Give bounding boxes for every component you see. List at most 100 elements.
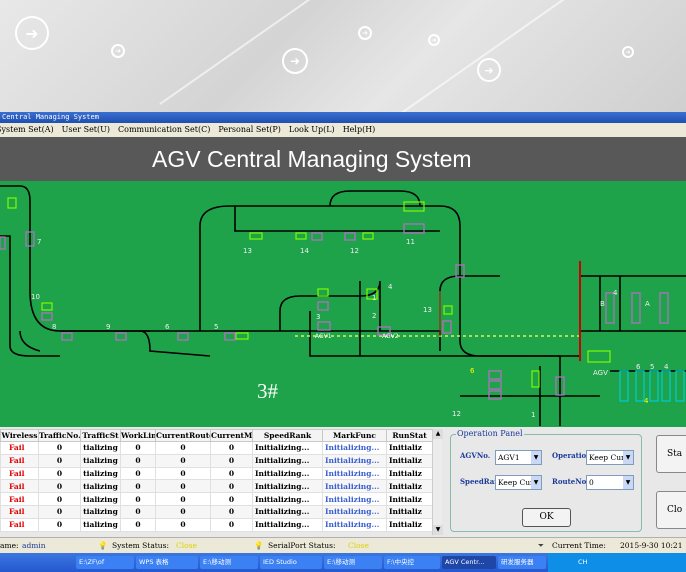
status-bar: ame: admin 💡 System Status: Close 💡 Seri… bbox=[0, 537, 686, 553]
app-header: AGV Central Managing System bbox=[0, 137, 686, 181]
table-cell: Initializ bbox=[386, 441, 433, 455]
ok-button[interactable]: OK bbox=[522, 508, 571, 527]
column-header[interactable]: CurrentRoute bbox=[155, 429, 211, 442]
table-cell: Fail bbox=[0, 441, 39, 455]
table-cell: tializing bbox=[80, 492, 121, 506]
window-title-bar[interactable]: Central Managing System bbox=[0, 112, 686, 123]
taskbar-item[interactable]: E:\移动测 bbox=[324, 556, 382, 569]
table-cell: 0 bbox=[38, 466, 81, 481]
column-header[interactable]: TrafficNo. bbox=[38, 429, 81, 442]
table-cell: tializing bbox=[80, 453, 121, 468]
table-scrollbar[interactable]: ▲ ▼ bbox=[432, 429, 443, 535]
bulb-icon: 💡 bbox=[98, 541, 108, 550]
node-label: 1 bbox=[531, 411, 535, 419]
table-cell: Initializing... bbox=[322, 492, 387, 506]
table-cell: Fail bbox=[0, 492, 39, 506]
table-cell: 0 bbox=[210, 504, 253, 519]
table-cell: Initializing... bbox=[322, 479, 387, 494]
operation-select[interactable]: Keep Cur ▼ bbox=[586, 450, 634, 465]
menu-personal-set[interactable]: Personal Set(P) bbox=[218, 123, 281, 137]
node-label: B bbox=[600, 300, 605, 308]
menu-user-set[interactable]: User Set(U) bbox=[62, 123, 110, 137]
node-label: 8 bbox=[52, 323, 56, 331]
route-no-select[interactable]: 0 ▼ bbox=[586, 475, 634, 490]
agv-track-map[interactable]: 13 14 12 11 7 10 8 9 6 5 3 2 1 4 13 6 12… bbox=[0, 181, 686, 427]
start-button[interactable]: Sta bbox=[656, 435, 686, 473]
table-cell: Initializing... bbox=[322, 441, 387, 455]
operation-value: Keep Cur bbox=[589, 453, 625, 462]
table-cell: 0 bbox=[155, 479, 211, 494]
table-cell: Initializ bbox=[386, 504, 433, 519]
column-header[interactable]: SpeedRank bbox=[252, 429, 323, 442]
chevron-down-icon[interactable]: ▼ bbox=[623, 476, 633, 489]
taskbar-item[interactable]: E:\移动测 bbox=[200, 556, 258, 569]
column-header[interactable]: TrafficSt bbox=[80, 429, 121, 442]
chevron-down-icon[interactable]: ▼ bbox=[623, 451, 633, 464]
taskbar-item[interactable]: 研发服务器 bbox=[498, 556, 546, 569]
speed-rank-select[interactable]: Keep Cur ▼ bbox=[495, 475, 542, 490]
serial-port-value: Close bbox=[348, 541, 369, 550]
column-header[interactable]: RunStat bbox=[386, 429, 433, 442]
table-row[interactable]: Fail 0 tializing 0 0 0 Initializing... Initiali… bbox=[0, 466, 433, 481]
taskbar-item[interactable]: F:\中央控 bbox=[384, 556, 440, 569]
taskbar-item-active[interactable]: AGV Centr... bbox=[442, 556, 496, 569]
column-header[interactable]: Wireless bbox=[0, 429, 39, 442]
menu-bar: System Set(A) User Set(U) Communication … bbox=[0, 123, 686, 137]
arrow-circle-icon: ➜ bbox=[428, 34, 440, 46]
table-row[interactable]: Fail 0 tializing 0 0 0 Initializing... Initiali… bbox=[0, 441, 433, 455]
menu-communication-set[interactable]: Communication Set(C) bbox=[118, 123, 210, 137]
scroll-up-icon[interactable]: ▲ bbox=[433, 429, 443, 439]
table-cell: 0 bbox=[155, 453, 211, 468]
desktop-banner: ➜ ➜ ➜ ➜ ➜ ➜ ➜ bbox=[0, 0, 686, 112]
table-cell: Fail bbox=[0, 466, 39, 481]
chevron-down-icon[interactable]: ▼ bbox=[531, 451, 541, 464]
table-row[interactable]: Fail 0 tializing 0 0 0 Initializing... Initiali… bbox=[0, 453, 433, 468]
table-row[interactable]: Fail 0 tializing 0 0 0 Initializing... Initiali… bbox=[0, 504, 433, 519]
node-label: 12 bbox=[452, 410, 461, 418]
taskbar-item[interactable]: IED Studio bbox=[260, 556, 322, 569]
column-header[interactable]: WorkLine bbox=[120, 429, 156, 442]
table-cell: Initializ bbox=[386, 517, 433, 532]
node-label: 4 bbox=[613, 289, 618, 297]
menu-help[interactable]: Help(H) bbox=[343, 123, 376, 137]
node-label: 14 bbox=[300, 247, 309, 255]
table-row[interactable]: Fail 0 tializing 0 0 0 Initializing... Initiali… bbox=[0, 479, 433, 494]
table-cell: Initializing... bbox=[252, 466, 323, 481]
table-cell: Fail bbox=[0, 479, 39, 494]
bulb-icon: 💡 bbox=[254, 541, 264, 550]
node-label: AGV bbox=[593, 369, 608, 377]
arrow-circle-icon: ➜ bbox=[358, 26, 372, 40]
menu-system-set[interactable]: System Set(A) bbox=[0, 123, 54, 137]
table-cell: Fail bbox=[0, 453, 39, 468]
node-label: 4 bbox=[388, 283, 393, 291]
table-cell: 0 bbox=[38, 441, 81, 455]
table-row[interactable]: Fail 0 tializing 0 0 0 Initializing... Initiali… bbox=[0, 492, 433, 506]
table-cell: 0 bbox=[38, 517, 81, 532]
table-cell: 0 bbox=[210, 517, 253, 532]
table-cell: Initializing... bbox=[322, 517, 387, 532]
table-cell: Initializing... bbox=[322, 504, 387, 519]
column-header[interactable]: MarkFunc bbox=[322, 429, 387, 442]
table-cell: tializing bbox=[80, 504, 121, 519]
table-cell: 0 bbox=[210, 441, 253, 455]
area-label: 3# bbox=[257, 379, 278, 403]
taskbar-item[interactable]: WPS 表格 bbox=[136, 556, 198, 569]
taskbar-item[interactable]: E:\ZF\of bbox=[76, 556, 134, 569]
table-row[interactable]: Fail 0 tializing 0 0 0 Initializing... Initiali… bbox=[0, 517, 433, 532]
column-header[interactable]: CurrentMark bbox=[210, 429, 253, 442]
node-label: 4 bbox=[644, 397, 649, 405]
close-button[interactable]: Clo bbox=[656, 491, 686, 529]
table-cell: Initializ bbox=[386, 466, 433, 481]
chevron-down-icon[interactable]: ▼ bbox=[531, 476, 541, 489]
node-label: 12 bbox=[350, 247, 359, 255]
arrow-circle-icon: ➜ bbox=[282, 48, 308, 74]
agv-status-table: Wireless TrafficNo. TrafficSt WorkLine C… bbox=[0, 429, 433, 532]
node-label: 6 bbox=[470, 367, 475, 375]
table-cell: 0 bbox=[120, 504, 156, 519]
menu-look-up[interactable]: Look Up(L) bbox=[289, 123, 335, 137]
bottom-panel: Wireless TrafficNo. TrafficSt WorkLine C… bbox=[0, 427, 686, 537]
table-cell: Initializing... bbox=[252, 504, 323, 519]
agv-no-select[interactable]: AGV1 ▼ bbox=[495, 450, 542, 465]
scroll-down-icon[interactable]: ▼ bbox=[433, 525, 443, 535]
input-method-indicator[interactable]: CH bbox=[548, 558, 587, 566]
